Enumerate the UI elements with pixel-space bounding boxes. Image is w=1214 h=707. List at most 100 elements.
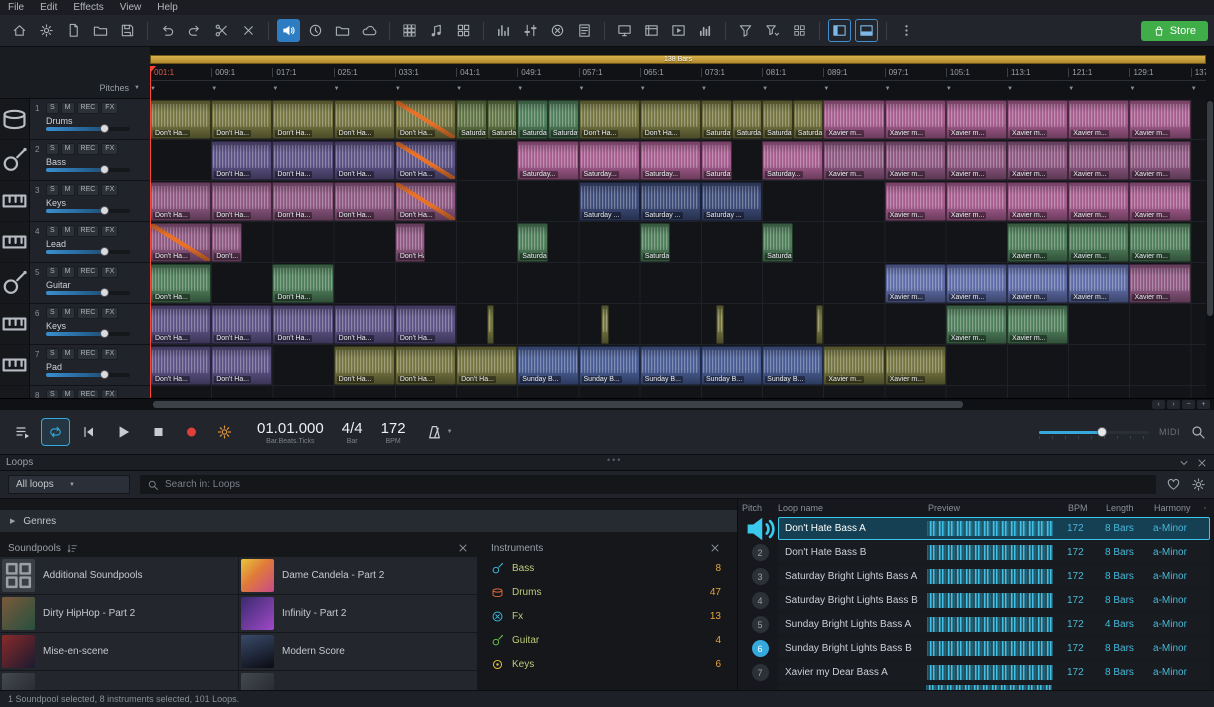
playhead[interactable] bbox=[150, 66, 151, 398]
panel-resize-handle[interactable]: ••• bbox=[607, 455, 622, 465]
instrument-item[interactable]: Fx13 bbox=[483, 605, 729, 629]
audio-clip[interactable]: Don't Ha... bbox=[334, 305, 395, 344]
track-s-button[interactable]: S bbox=[46, 102, 59, 114]
track-s-button[interactable]: S bbox=[46, 266, 59, 278]
audio-clip[interactable]: Saturday ... bbox=[579, 182, 640, 221]
volume-knob[interactable] bbox=[100, 165, 109, 174]
delete-object-icon[interactable] bbox=[237, 19, 260, 42]
skip-to-start-button[interactable] bbox=[74, 418, 103, 446]
section-marker[interactable]: ▼ bbox=[272, 86, 278, 92]
track-fx-button[interactable]: FX bbox=[101, 307, 118, 319]
track-s-button[interactable]: S bbox=[46, 143, 59, 155]
zoom-in-button[interactable]: + bbox=[1197, 400, 1210, 409]
audio-clip[interactable]: Xavier m... bbox=[885, 141, 946, 180]
track-m-button[interactable]: M bbox=[61, 184, 75, 196]
menu-view[interactable]: View bbox=[120, 2, 142, 13]
loop-row-body[interactable]: Don't Hate Bass B1728 Barsa-Minor bbox=[778, 541, 1210, 564]
settings-icon[interactable] bbox=[35, 19, 58, 42]
audio-clip[interactable]: Don't Ha... bbox=[211, 182, 272, 221]
pitch-cell[interactable]: 6 bbox=[742, 640, 778, 657]
audio-clip[interactable]: Don't Ha... bbox=[150, 305, 211, 344]
section-marker[interactable]: ▼ bbox=[701, 86, 707, 92]
track-volume-slider[interactable] bbox=[46, 373, 130, 377]
audio-clip[interactable]: Don't Ha... bbox=[211, 305, 272, 344]
section-marker[interactable]: ▼ bbox=[211, 86, 217, 92]
audio-clip[interactable]: Xavier m... bbox=[1007, 141, 1068, 180]
genres-section-toggle[interactable]: ▶ Genres bbox=[0, 509, 737, 533]
notes-doc-icon[interactable] bbox=[573, 19, 596, 42]
pitch-cell[interactable]: 2 bbox=[742, 544, 778, 561]
loop-row-body[interactable]: Sunday Bright Lights Bass B1728 Barsa-Mi… bbox=[778, 637, 1210, 660]
loop-preview[interactable] bbox=[927, 593, 1067, 608]
track-s-button[interactable]: S bbox=[46, 184, 59, 196]
soundpool-item[interactable]: Infinity - Part 2 bbox=[239, 595, 477, 632]
loop-row-body[interactable]: Saturday Bright Lights Bass B1728 Barsa-… bbox=[778, 589, 1210, 612]
track-volume-slider[interactable] bbox=[46, 250, 130, 254]
track-rec-button[interactable]: REC bbox=[77, 143, 100, 155]
loop-row[interactable]: 7Xavier my Dear Bass A1728 Barsa-Minor bbox=[742, 661, 1210, 684]
loop-row[interactable]: 3Saturday Bright Lights Bass A1728 Barsa… bbox=[742, 565, 1210, 588]
vertical-scrollbar[interactable] bbox=[1206, 99, 1214, 398]
audio-clip[interactable]: Saturday... bbox=[487, 100, 518, 139]
panel-toggle-media-icon[interactable] bbox=[828, 19, 851, 42]
audio-clip[interactable]: Saturday... bbox=[793, 100, 824, 139]
store-button[interactable]: Store bbox=[1141, 21, 1208, 41]
instrument-item[interactable]: Bass8 bbox=[483, 557, 729, 581]
track-rec-button[interactable]: REC bbox=[77, 348, 100, 360]
audio-clip[interactable]: Don't Ha... bbox=[395, 141, 456, 180]
audio-clip[interactable]: Sunday B... bbox=[579, 346, 640, 385]
volume-knob[interactable] bbox=[100, 329, 109, 338]
audio-clip[interactable]: Don't Ha... bbox=[334, 100, 395, 139]
instrument-grid-icon[interactable] bbox=[398, 19, 421, 42]
volume-knob[interactable] bbox=[100, 370, 109, 379]
audio-clip[interactable]: Xavier m... bbox=[1129, 141, 1190, 180]
loop-preview[interactable] bbox=[927, 641, 1067, 656]
audio-clip[interactable]: Xavier m... bbox=[1007, 305, 1068, 344]
section-marker[interactable]: ▼ bbox=[823, 86, 829, 92]
master-volume-slider[interactable] bbox=[1039, 425, 1149, 439]
audio-clip[interactable]: Saturday... bbox=[579, 141, 640, 180]
loop-preview[interactable] bbox=[927, 665, 1067, 680]
instrument-item[interactable]: Keys6 bbox=[483, 653, 729, 677]
volume-knob[interactable] bbox=[100, 247, 109, 256]
audio-clip[interactable]: Don't Ha... bbox=[211, 346, 272, 385]
section-marker[interactable]: ▼ bbox=[1191, 86, 1197, 92]
project-folder-icon[interactable] bbox=[331, 19, 354, 42]
playing-speaker-icon[interactable] bbox=[742, 511, 778, 547]
instrument-item[interactable]: Guitar4 bbox=[483, 629, 729, 653]
track-fx-button[interactable]: FX bbox=[101, 184, 118, 196]
save-project-icon[interactable] bbox=[116, 19, 139, 42]
audio-clip[interactable]: Xavier m... bbox=[823, 100, 884, 139]
section-marker[interactable]: ▼ bbox=[334, 86, 340, 92]
track-volume-slider[interactable] bbox=[46, 332, 130, 336]
track-m-button[interactable]: M bbox=[61, 143, 75, 155]
audio-clip[interactable]: Don't Ha... bbox=[150, 100, 211, 139]
audio-clip[interactable]: Saturday ... bbox=[640, 182, 701, 221]
clear-selection-icon[interactable] bbox=[457, 542, 469, 554]
video-monitor-icon[interactable] bbox=[613, 19, 636, 42]
audio-clip[interactable]: Saturday... bbox=[701, 100, 732, 139]
new-project-icon[interactable] bbox=[62, 19, 85, 42]
audio-clip[interactable]: Don't Ha... bbox=[395, 100, 456, 139]
loops-filter-dropdown[interactable]: All loops ▼ bbox=[8, 475, 130, 494]
menu-help[interactable]: Help bbox=[157, 2, 178, 13]
section-marker[interactable]: ▼ bbox=[885, 86, 891, 92]
audio-clip[interactable]: Don't Ha... bbox=[395, 223, 426, 262]
pitch-circle[interactable]: 2 bbox=[752, 544, 769, 561]
loop-row-body[interactable]: Xavier my Dear Bass A1728 Barsa-Minor bbox=[778, 661, 1210, 684]
track-volume-slider[interactable] bbox=[46, 168, 130, 172]
section-marker[interactable]: ▼ bbox=[1068, 86, 1074, 92]
audio-clip[interactable]: Don't Ha... bbox=[272, 100, 333, 139]
track-fx-button[interactable]: FX bbox=[101, 143, 118, 155]
audio-clip[interactable]: Xavier m... bbox=[823, 346, 884, 385]
loop-row[interactable]: 6Sunday Bright Lights Bass B1728 Barsa-M… bbox=[742, 637, 1210, 660]
audio-clip[interactable]: Xavier m... bbox=[1129, 264, 1190, 303]
audio-clip[interactable]: Saturday... bbox=[517, 141, 578, 180]
loop-row[interactable]: 2 Don't Hate Bass B1728 Barsa-Minor bbox=[742, 541, 1210, 564]
audio-clip[interactable]: Don't Ha... bbox=[150, 223, 211, 262]
arrangement-list-icon[interactable] bbox=[8, 418, 37, 446]
track-rec-button[interactable]: REC bbox=[77, 184, 100, 196]
sort-icon[interactable] bbox=[67, 543, 78, 554]
audio-clip[interactable]: Sunday B... bbox=[517, 346, 578, 385]
audio-clip[interactable]: Don't Ha... bbox=[272, 264, 333, 303]
